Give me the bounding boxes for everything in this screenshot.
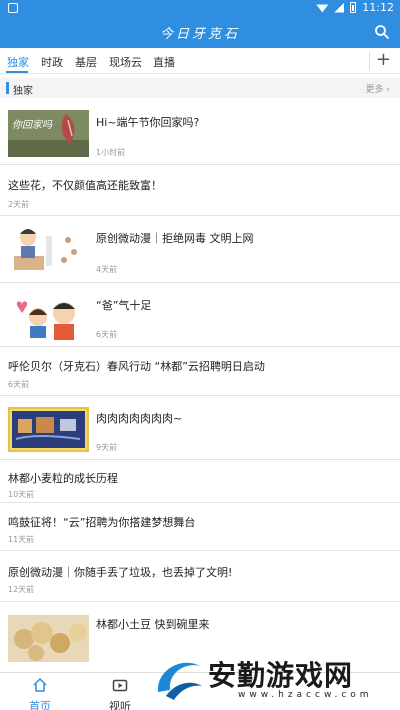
news-thumbnail [8, 226, 89, 273]
nav-video[interactable]: 视听 [90, 677, 150, 710]
signal-icon [334, 2, 345, 13]
app-title: 今日牙克石 [159, 27, 240, 42]
status-icons: 11:12 [316, 1, 394, 14]
app-header: 今日牙克石 [0, 16, 400, 48]
add-channel-icon[interactable]: + [376, 51, 391, 69]
news-title: 呼伦贝尔（牙克石）春风行动 “林都”云招聘明日启动 [8, 360, 265, 373]
site-watermark: 安勤游戏网 www.hzaccw.com [152, 650, 400, 710]
news-item[interactable]: 原创微动漫｜你随手丢了垃圾，也丢掉了文明! 12天前 [0, 551, 400, 602]
news-thumbnail [8, 407, 89, 452]
news-title: 肉肉肉肉肉肉肉~ [96, 412, 183, 425]
news-thumbnail [8, 293, 89, 340]
news-title: 原创微动漫｜你随手丢了垃圾，也丢掉了文明! [8, 566, 233, 579]
active-tab-indicator [6, 71, 28, 73]
news-time: 12天前 [8, 585, 35, 594]
tabs-divider [369, 52, 370, 70]
news-item[interactable]: 肉肉肉肉肉肉肉~ 9天前 [0, 396, 400, 460]
section-header: 独家 更多 › [0, 78, 400, 98]
status-time: 11:12 [362, 1, 394, 14]
news-time: 9天前 [96, 443, 118, 452]
news-time: 6天前 [96, 330, 118, 339]
watermark-url: www.hzaccw.com [238, 690, 373, 700]
tab-live-stream[interactable]: 直播 [153, 54, 175, 70]
wifi-icon [316, 4, 329, 13]
battery-icon [350, 2, 357, 13]
news-item[interactable]: 你回家吗 Hi~端午节你回家吗? 1小时前 [0, 98, 400, 165]
home-icon [33, 677, 47, 692]
section-title: 独家 [13, 86, 33, 97]
news-title: 林都小麦粒的成长历程 [8, 472, 118, 485]
tab-politics[interactable]: 时政 [41, 54, 63, 70]
news-item[interactable]: “爸”气十足 6天前 [0, 283, 400, 347]
tab-exclusive[interactable]: 独家 [7, 54, 29, 70]
watermark-title: 安勤游戏网 [208, 659, 354, 692]
news-feed: 你回家吗 Hi~端午节你回家吗? 1小时前 这些花，不仅颜值高还能致富！ 2天前… [0, 98, 400, 662]
news-item[interactable]: 呼伦贝尔（牙克石）春风行动 “林都”云招聘明日启动 6天前 [0, 347, 400, 396]
news-title: 林都小土豆 快到碗里来 [96, 618, 210, 631]
svg-text:你回家吗: 你回家吗 [12, 119, 53, 131]
nav-home[interactable]: 首页 [10, 677, 70, 710]
more-link[interactable]: 更多 › [366, 82, 390, 95]
news-thumbnail [8, 615, 89, 662]
news-time: 10天前 [8, 490, 35, 499]
news-time: 11天前 [8, 535, 35, 544]
search-icon[interactable] [374, 24, 390, 40]
news-time: 4天前 [96, 265, 118, 274]
nav-video-label: 视听 [109, 700, 131, 710]
news-title: Hi~端午节你回家吗? [96, 116, 200, 129]
video-icon [112, 679, 128, 692]
news-title: “爸”气十足 [96, 299, 152, 312]
status-bar: 11:12 [0, 0, 400, 16]
nav-home-label: 首页 [29, 700, 51, 710]
category-tabs: 独家 时政 基层 现场云 直播 + [0, 48, 400, 74]
news-title: 这些花，不仅颜值高还能致富！ [8, 179, 162, 192]
news-thumbnail: 你回家吗 [8, 110, 89, 157]
news-time: 6天前 [8, 380, 30, 389]
news-item[interactable]: 这些花，不仅颜值高还能致富！ 2天前 [0, 165, 400, 216]
news-time: 1小时前 [96, 148, 126, 157]
tab-live-cloud[interactable]: 现场云 [109, 54, 142, 70]
news-title: 鸣鼓征将！“云”招聘为你搭建梦想舞台 [8, 516, 196, 529]
tab-grassroots[interactable]: 基层 [75, 54, 97, 70]
watermark-logo-icon [157, 662, 202, 700]
news-item[interactable]: 鸣鼓征将！“云”招聘为你搭建梦想舞台 11天前 [0, 503, 400, 551]
news-item[interactable]: 原创微动漫｜拒绝网毒 文明上网 4天前 [0, 216, 400, 283]
news-title: 原创微动漫｜拒绝网毒 文明上网 [96, 232, 254, 245]
section-marker [6, 82, 9, 94]
notification-icon [8, 3, 18, 13]
news-time: 2天前 [8, 200, 30, 209]
news-item[interactable]: 林都小麦粒的成长历程 10天前 [0, 460, 400, 503]
